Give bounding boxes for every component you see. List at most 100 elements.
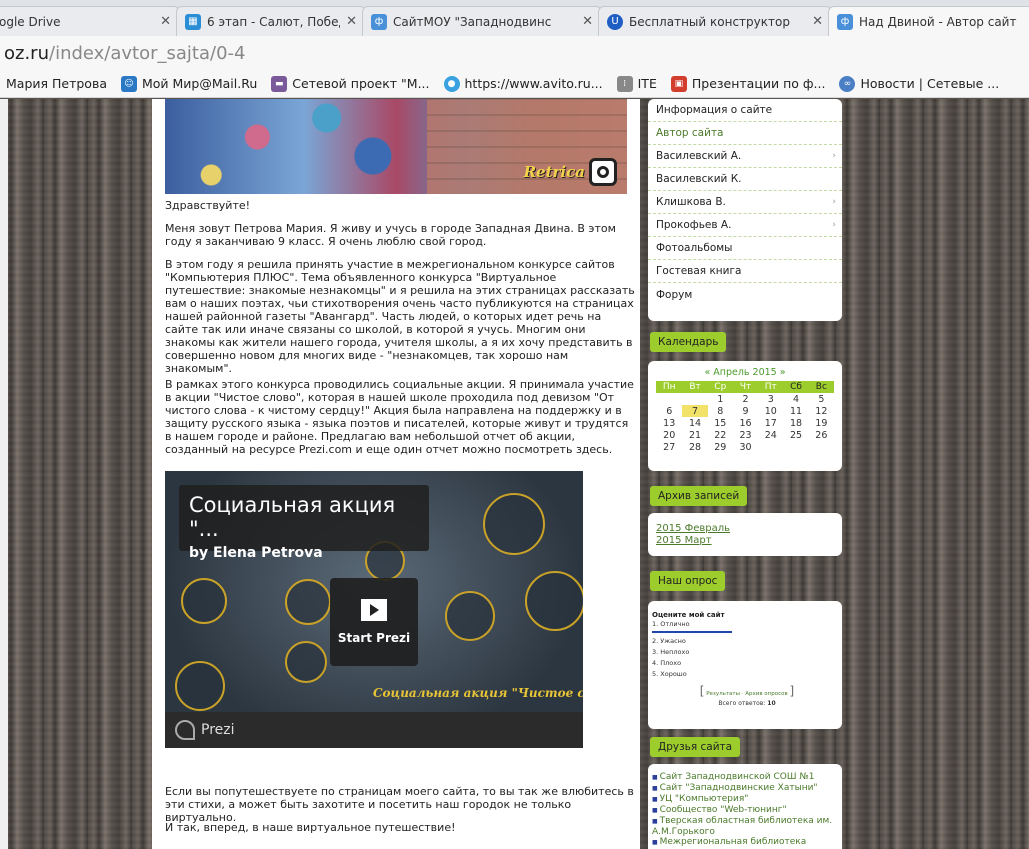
calendar-day[interactable]: 3 xyxy=(758,393,783,405)
calendar-day[interactable]: 12 xyxy=(809,405,834,417)
close-icon[interactable]: ✕ xyxy=(582,14,593,29)
prezi-frame xyxy=(525,571,583,631)
greeting: Здравствуйте! xyxy=(165,199,251,212)
close-icon[interactable]: ✕ xyxy=(160,14,171,29)
bookmark-mariya[interactable]: Мария Петрова xyxy=(6,76,107,91)
tab-label: СайтМОУ "Западнодвинс xyxy=(393,14,552,29)
menu-label: Фотоальбомы xyxy=(656,242,733,254)
link-icon: ∞ xyxy=(839,75,856,92)
prezi-brand[interactable]: Prezi xyxy=(201,722,235,738)
calendar-day[interactable]: 27 xyxy=(656,441,682,453)
bookmark-label: Мой Мир@Mail.Ru xyxy=(141,76,258,91)
start-prezi-button[interactable]: Start Prezi xyxy=(330,578,418,666)
calendar-day[interactable]: 25 xyxy=(783,429,808,441)
calendar-day[interactable]: 17 xyxy=(758,417,783,429)
start-prezi-label: Start Prezi xyxy=(337,631,411,645)
prezi-frame xyxy=(175,661,225,711)
bookmark-prezentacii[interactable]: ▣ Презентации по ф... xyxy=(670,75,825,92)
friend-link[interactable]: Тверская областная библиотека им. А.М.Го… xyxy=(652,816,842,837)
calendar-day[interactable]: 16 xyxy=(733,417,758,429)
calendar-month-nav[interactable]: « Апрель 2015 » xyxy=(656,367,834,378)
bookmark-setevoy-proekt[interactable]: ▬ Сетевой проект "М... xyxy=(271,75,430,92)
calendar-day[interactable]: 10 xyxy=(758,405,783,417)
calendar-day[interactable]: 14 xyxy=(682,417,707,429)
poll-option[interactable]: 4. Плохо xyxy=(652,658,842,669)
poll-option[interactable]: 1. Отлично xyxy=(652,619,842,630)
poll-option[interactable]: 5. Хорошо xyxy=(652,669,842,680)
calendar-day[interactable]: 7 xyxy=(682,405,708,417)
main-content: Retrica Здравствуйте! Меня зовут Петрова… xyxy=(152,99,640,849)
menu-item-forum[interactable]: Форум xyxy=(648,283,842,306)
calendar-day[interactable]: 24 xyxy=(758,429,783,441)
calendar-day[interactable]: 18 xyxy=(783,417,808,429)
bookmark-moy-mir[interactable]: ☺ Мой Мир@Mail.Ru xyxy=(120,75,258,92)
page-background: Retrica Здравствуйте! Меня зовут Петрова… xyxy=(0,99,1029,849)
menu-item-vasilevsky-a[interactable]: Василевский А. › xyxy=(648,145,842,168)
menu-item-prokofev[interactable]: Прокофьев А. › xyxy=(648,214,842,237)
close-icon[interactable]: ✕ xyxy=(346,14,357,29)
retrica-logo: Retrica xyxy=(524,158,617,186)
bookmark-ite[interactable]: ⁞ ITE xyxy=(616,75,657,92)
tab-label: Над Двиной - Автор сайт xyxy=(859,14,1017,29)
calendar-day[interactable]: 2 xyxy=(733,393,758,405)
archive-link-feb[interactable]: 2015 Февраль xyxy=(648,523,842,535)
prezi-frame xyxy=(285,579,331,625)
tab-free-constructor[interactable]: U Бесплатный конструктор ✕ xyxy=(598,6,832,36)
prezi-embed[interactable]: Социальная акция "... by Elena Petrova S… xyxy=(165,471,583,748)
paragraph-contest: В этом году я решила принять участие в м… xyxy=(165,258,635,375)
poll-option[interactable]: 3. Неплохо xyxy=(652,647,842,658)
friend-link[interactable]: Межрегиональная библиотека xyxy=(652,837,842,848)
calendar-day[interactable]: 21 xyxy=(682,429,707,441)
menu-item-author[interactable]: Автор сайта xyxy=(648,122,842,145)
bookmark-label: Сетевой проект "М... xyxy=(292,76,430,91)
close-icon[interactable]: ✕ xyxy=(812,14,823,29)
bookmark-avito[interactable]: ● https://www.avito.ru... xyxy=(443,75,603,92)
calendar-box: « Апрель 2015 » Пн Вт Ср Чт Пт Сб Вс 123456789… xyxy=(648,361,842,471)
calendar-day[interactable]: 28 xyxy=(682,441,707,453)
bookmark-novosti[interactable]: ∞ Новости | Сетевые ... xyxy=(839,75,999,92)
poll-results-link[interactable]: Результаты xyxy=(706,691,740,697)
menu-item-guestbook[interactable]: Гостевая книга xyxy=(648,260,842,283)
friend-link[interactable]: Сайт Западнодвинской СОШ №1 xyxy=(652,772,842,783)
tab-salut-pobeda[interactable]: ▦ 6 этап - Салют, Победа! ✕ xyxy=(176,6,366,36)
calendar-day[interactable]: 5 xyxy=(809,393,834,405)
menu-item-klishkova[interactable]: Клишкова В. › xyxy=(648,191,842,214)
calendar-day[interactable]: 13 xyxy=(656,417,682,429)
tab-nad-dvinoy[interactable]: ф Над Двиной - Автор сайт xyxy=(828,6,1029,36)
friend-link[interactable]: УЦ "Компьютерия" xyxy=(652,794,842,805)
calendar-day[interactable]: 4 xyxy=(783,393,808,405)
presentation-icon: ▣ xyxy=(670,75,687,92)
calendar-weekday: Сб xyxy=(783,381,809,393)
tab-site-mou[interactable]: ф СайтМОУ "Западнодвинс ✕ xyxy=(362,6,602,36)
calendar-day[interactable]: 6 xyxy=(656,405,682,417)
calendar-day[interactable]: 9 xyxy=(733,405,758,417)
calendar-day[interactable]: 29 xyxy=(708,441,733,453)
menu-item-info[interactable]: Информация о сайте xyxy=(648,99,842,122)
calendar-day[interactable]: 23 xyxy=(733,429,758,441)
calendar-day[interactable]: 8 xyxy=(708,405,733,417)
ucoz-icon: ф xyxy=(837,13,853,30)
sidebar: Информация о сайте Автор сайта Василевск… xyxy=(642,99,848,849)
calendar-day[interactable]: 15 xyxy=(708,417,733,429)
calendar-day[interactable]: 19 xyxy=(809,417,834,429)
poll-option[interactable]: 2. Ужасно xyxy=(652,636,842,647)
calendar-icon: ▦ xyxy=(185,13,201,30)
calendar-day[interactable]: 20 xyxy=(656,429,682,441)
poll-archive-link[interactable]: Архив опросов xyxy=(745,691,788,697)
chevron-right-icon: › xyxy=(832,197,836,207)
menu-item-vasilevsky-k[interactable]: Василевский К. xyxy=(648,168,842,191)
archive-link-mar[interactable]: 2015 Март xyxy=(648,535,842,547)
tab-google-drive[interactable]: ogle Drive ✕ xyxy=(0,6,180,36)
friend-link[interactable]: Сообщество "Web-тюнинг" xyxy=(652,805,842,816)
calendar-day[interactable]: 26 xyxy=(809,429,834,441)
calendar-day[interactable]: 1 xyxy=(708,393,733,405)
calendar-day[interactable]: 22 xyxy=(708,429,733,441)
prezi-footer: Prezi xyxy=(165,712,583,748)
menu-label: Прокофьев А. xyxy=(656,219,732,231)
calendar-day[interactable]: 30 xyxy=(733,441,758,453)
address-bar[interactable]: oz.ru/index/avtor_sajta/0-4 xyxy=(0,36,1029,70)
menu-item-photoalbums[interactable]: Фотоальбомы xyxy=(648,237,842,260)
url-path: /index/avtor_sajta/0-4 xyxy=(49,42,246,64)
friend-link[interactable]: Сайт "Западнодвинские Хатыни" xyxy=(652,783,842,794)
calendar-day[interactable]: 11 xyxy=(783,405,808,417)
